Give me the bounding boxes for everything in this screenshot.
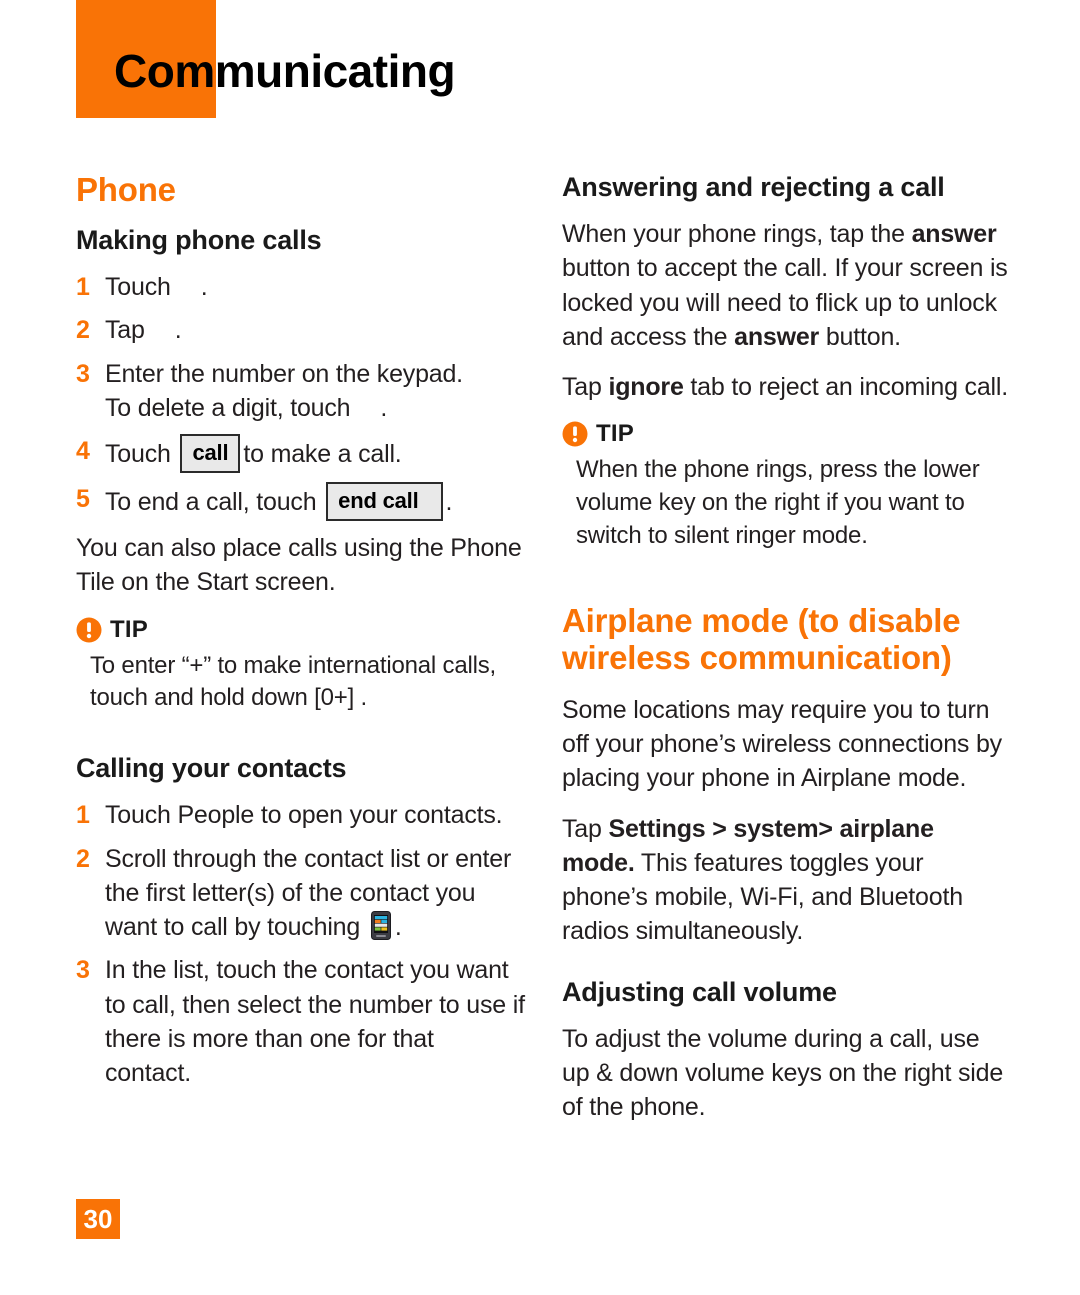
step-text: Enter the number on the keypad. bbox=[105, 359, 463, 388]
making-calls-step-list: 1 Touch. 2 Tap. 3 Enter the number on the k… bbox=[76, 270, 526, 521]
tip-alert-icon bbox=[562, 421, 588, 447]
tip-label: TIP bbox=[596, 420, 634, 448]
phone-tile-device-icon bbox=[370, 911, 391, 941]
heading-adjusting-call-volume: Adjusting call volume bbox=[562, 976, 837, 1007]
tip-text: When the phone rings, press the lower vo… bbox=[576, 456, 980, 550]
list-item: 1 Touch People to open your contacts. bbox=[76, 798, 526, 832]
chapter-title: Communicating bbox=[114, 45, 456, 97]
step-text: To end a call, touch bbox=[105, 488, 317, 516]
step-text: In the list, touch the contact you want … bbox=[105, 956, 525, 1088]
step-text: Touch bbox=[105, 273, 171, 301]
step-number: 4 bbox=[76, 437, 90, 465]
step-number: 1 bbox=[76, 273, 90, 301]
list-item: 3 Enter the number on the keypad. To delet… bbox=[76, 357, 526, 426]
list-item: 4 Touch call to make a call. bbox=[76, 434, 526, 473]
phone-tile-note: You can also place calls using the Phone… bbox=[76, 534, 522, 597]
answer-button-ref-2: answer bbox=[734, 322, 820, 351]
answering-paragraph: When your phone rings, tap the answer bu… bbox=[562, 217, 1012, 354]
step-number: 2 bbox=[76, 844, 90, 873]
heading-airplane-mode: Airplane mode (to disable wireless commu… bbox=[562, 601, 961, 676]
answering-text-a: When your phone rings, tap the bbox=[562, 220, 912, 249]
page-number-badge: 30 bbox=[76, 1199, 120, 1239]
airplane-paragraph-1: Some locations may require you to turn o… bbox=[562, 695, 1002, 793]
answer-button-ref: answer bbox=[911, 220, 997, 249]
heading-phone: Phone bbox=[76, 171, 176, 208]
step-text-tail: . bbox=[200, 273, 208, 301]
tip-alert-icon bbox=[76, 617, 102, 642]
tip-text: To enter “+” to make international calls… bbox=[90, 651, 496, 712]
tip-header: TIP bbox=[76, 616, 526, 644]
backspace-icon bbox=[350, 409, 380, 410]
tip-block-international-calls: TIP To enter “+” to make international c… bbox=[76, 616, 526, 716]
left-column: Phone Making phone calls 1 Touch. 2 Tap. 3… bbox=[76, 171, 526, 1124]
tip-block-silent-ringer: TIP When the phone rings, press the lowe… bbox=[562, 420, 1012, 553]
step-text: Touch People to open your contacts. bbox=[105, 801, 503, 830]
ignore-button-ref: ignore bbox=[608, 373, 684, 402]
ignore-text-a: Tap bbox=[562, 373, 609, 402]
heading-answering-rejecting: Answering and rejecting a call bbox=[562, 172, 945, 202]
end-call-button[interactable]: end call bbox=[326, 482, 443, 521]
keypad-icon bbox=[145, 331, 175, 332]
step-text-tail: . bbox=[380, 393, 388, 422]
airplane-text-a: Tap bbox=[562, 814, 609, 843]
list-item: 2 Tap. bbox=[76, 313, 526, 347]
step-text: Scroll through the contact list or enter… bbox=[105, 844, 512, 942]
airplane-paragraph-2: Tap Settings > system> airplane mode. Th… bbox=[562, 812, 1012, 949]
contacts-step-list: 1 Touch People to open your contacts. 2 Sc… bbox=[76, 798, 526, 1090]
step-number: 2 bbox=[76, 316, 90, 345]
list-item: 1 Touch. bbox=[76, 270, 526, 304]
phone-dialer-icon bbox=[171, 288, 201, 289]
tip-header: TIP bbox=[562, 420, 1012, 448]
right-column: Answering and rejecting a call When your… bbox=[562, 172, 1012, 1124]
step-text: Tap bbox=[105, 316, 145, 345]
step-number: 1 bbox=[76, 801, 90, 830]
ignore-text-c: tab to reject an incoming call. bbox=[683, 373, 1008, 402]
page-header: Communicating bbox=[0, 0, 1080, 150]
step-text-tail: . bbox=[445, 488, 453, 516]
step-text-tail: to make a call. bbox=[243, 440, 402, 468]
step-text-tail: . bbox=[394, 913, 402, 942]
list-item: 5 To end a call, touch end call. bbox=[76, 482, 526, 521]
list-item: 3 In the list, touch the contact you want… bbox=[76, 953, 526, 1090]
ignore-paragraph: Tap ignore tab to reject an incoming cal… bbox=[562, 370, 1012, 404]
step-text-tail: . bbox=[174, 316, 182, 345]
content-columns: Phone Making phone calls 1 Touch. 2 Tap. 3… bbox=[0, 171, 1080, 1124]
tip-label: TIP bbox=[110, 615, 148, 643]
call-button[interactable]: call bbox=[180, 434, 241, 473]
step-number: 5 bbox=[76, 485, 90, 513]
step-text: Touch bbox=[105, 440, 171, 468]
heading-making-phone-calls: Making phone calls bbox=[76, 224, 322, 255]
answering-text-e: button. bbox=[819, 322, 901, 351]
volume-paragraph: To adjust the volume during a call, use … bbox=[562, 1024, 1004, 1122]
step-number: 3 bbox=[76, 956, 90, 985]
step-text-line2: To delete a digit, touch bbox=[105, 393, 351, 422]
list-item: 2 Scroll through the contact list or ente… bbox=[76, 842, 526, 945]
step-number: 3 bbox=[76, 359, 90, 388]
heading-calling-your-contacts: Calling your contacts bbox=[76, 753, 347, 784]
